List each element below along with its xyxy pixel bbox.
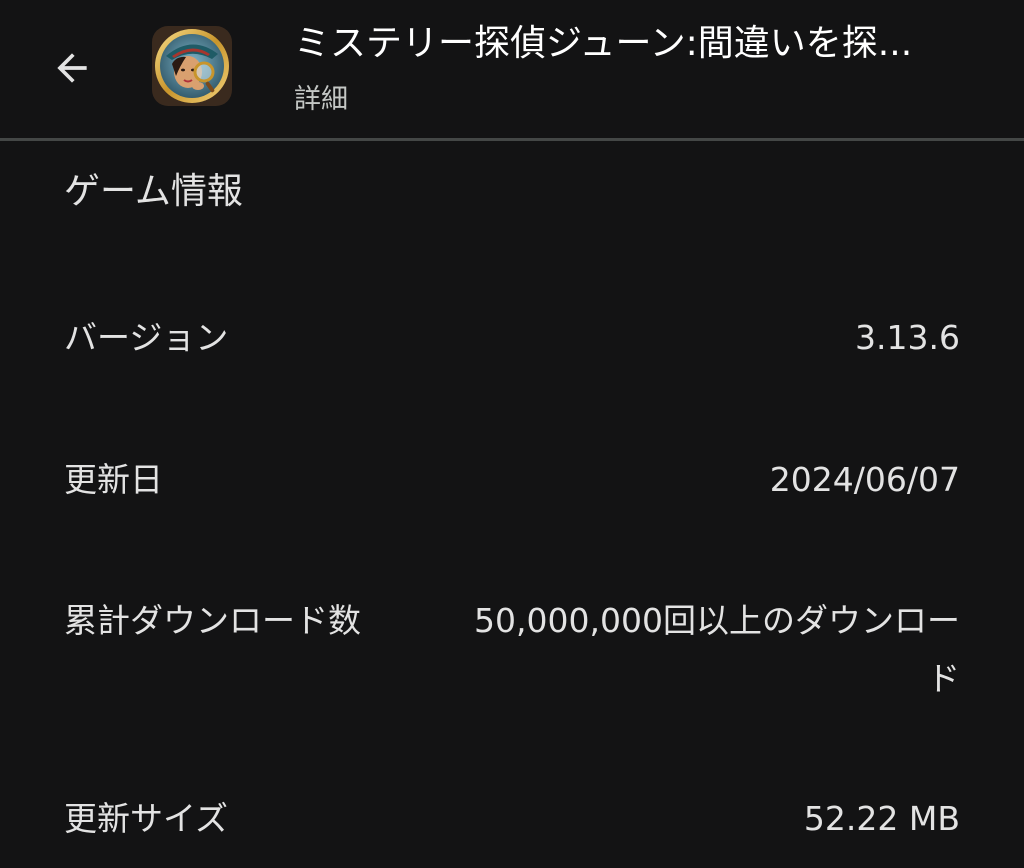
- app-icon: [152, 26, 232, 106]
- app-title: ミステリー探偵ジューン:間違いを探...: [294, 23, 913, 64]
- page-subtitle: 詳細: [294, 84, 348, 115]
- version-label: バージョン: [64, 318, 229, 357]
- downloads-value: 50,000,000回以上のダウンロード: [474, 601, 960, 698]
- updated-date-value: 2024/06/07: [769, 460, 960, 499]
- section-title: ゲーム情報: [64, 171, 243, 212]
- app-details-screen: ミステリー探偵ジューン:間違いを探... 詳細 ゲーム情報 バージョン 3.13…: [0, 0, 1024, 868]
- downloads-label: 累計ダウンロード数: [64, 601, 361, 640]
- arrow-back-icon: [57, 53, 87, 83]
- header-divider: [0, 138, 1024, 141]
- back-button[interactable]: [42, 40, 102, 96]
- update-size-label: 更新サイズ: [64, 799, 229, 838]
- detective-portrait-icon: [152, 26, 232, 106]
- top-app-bar: ミステリー探偵ジューン:間違いを探... 詳細: [0, 0, 1024, 140]
- version-value: 3.13.6: [855, 318, 960, 357]
- update-size-value: 52.22 MB: [803, 799, 960, 838]
- updated-date-label: 更新日: [64, 460, 163, 499]
